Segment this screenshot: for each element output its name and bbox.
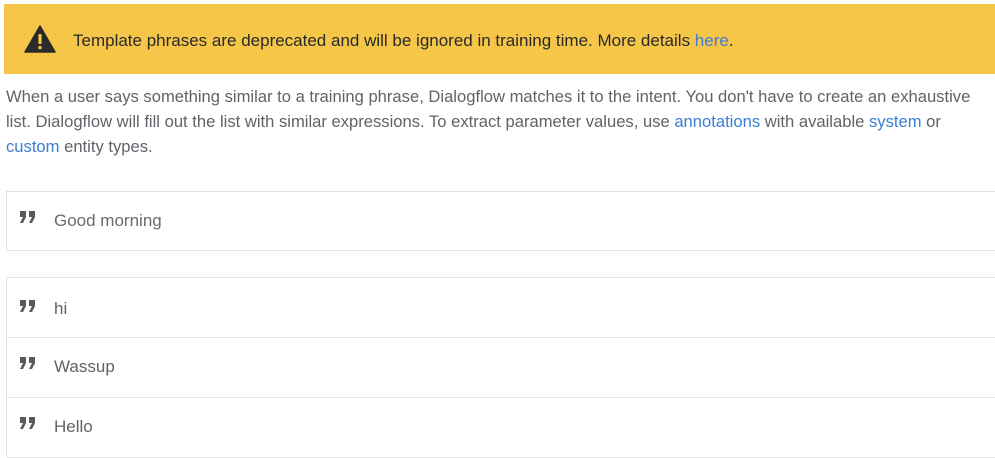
annotations-link[interactable]: annotations <box>674 112 760 131</box>
custom-link[interactable]: custom <box>6 137 59 156</box>
training-phrase-text[interactable]: Hello <box>54 417 93 437</box>
description-text-2: with available <box>760 112 869 131</box>
description-text-3: or <box>921 112 941 131</box>
warning-end-punct: . <box>728 31 734 50</box>
warning-message-text: Template phrases are deprecated and will… <box>73 31 695 50</box>
quote-icon <box>20 357 35 369</box>
add-training-phrase-input[interactable] <box>54 209 654 233</box>
warning-icon <box>24 25 56 53</box>
training-phrase-list: hi Wassup Hello <box>6 277 995 458</box>
training-phrase-row[interactable]: Wassup <box>7 338 995 398</box>
new-phrase-container <box>6 191 995 251</box>
description-text-4: entity types. <box>59 137 153 156</box>
details-link[interactable]: here <box>695 31 729 50</box>
training-phrase-text[interactable]: Wassup <box>54 357 115 377</box>
training-phrase-row[interactable]: Hello <box>7 398 995 458</box>
training-phrase-text[interactable]: hi <box>54 299 67 319</box>
new-phrase-row[interactable] <box>7 192 995 250</box>
training-phrases-description: When a user says something similar to a … <box>6 84 981 159</box>
deprecation-warning-banner: Template phrases are deprecated and will… <box>4 4 995 74</box>
system-link[interactable]: system <box>869 112 922 131</box>
quote-icon <box>20 300 35 312</box>
warning-message: Template phrases are deprecated and will… <box>73 31 734 51</box>
quote-icon <box>20 211 35 223</box>
training-phrase-row[interactable]: hi <box>7 278 995 338</box>
quote-icon <box>20 417 35 429</box>
